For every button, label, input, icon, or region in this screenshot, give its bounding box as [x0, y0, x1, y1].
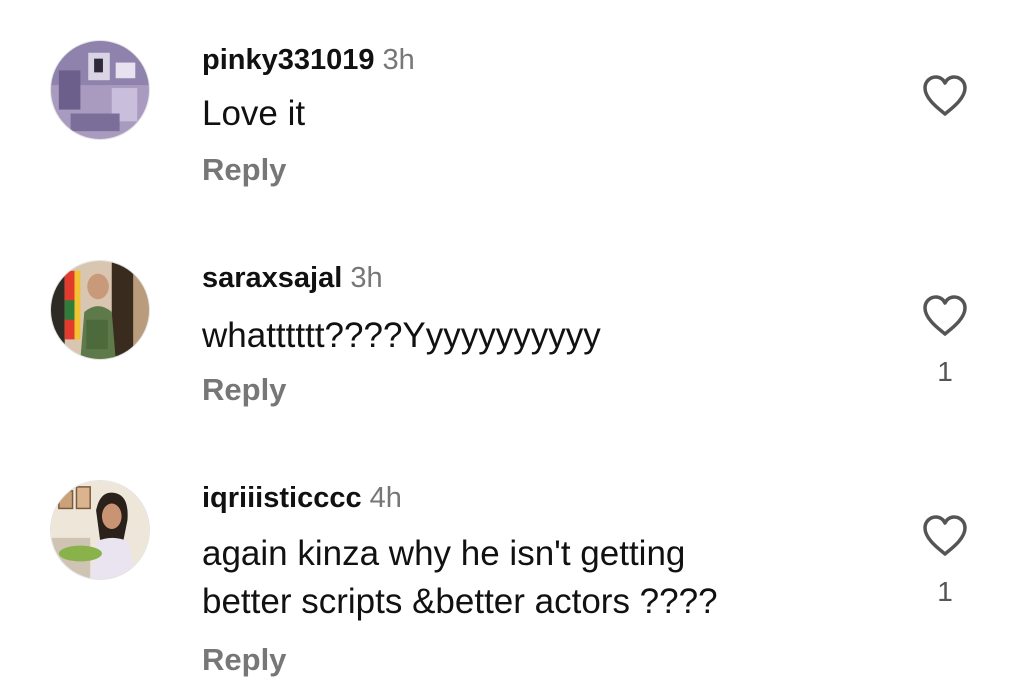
heart-outline-icon: [923, 295, 967, 336]
avatar-image: [51, 41, 149, 139]
reply-button[interactable]: Reply: [202, 644, 286, 675]
avatar[interactable]: [50, 260, 150, 360]
comment-meta: iqriiisticccc 4h: [202, 484, 402, 513]
username[interactable]: pinky331019: [202, 44, 375, 76]
timestamp: 3h: [350, 262, 383, 294]
comment-text-line: again kinza why he isn't getting: [202, 534, 686, 573]
comment-meta: pinky331019 3h: [202, 46, 415, 75]
avatar[interactable]: [50, 480, 150, 580]
comment-text: Love it: [202, 90, 305, 138]
comments-list: pinky331019 3h Love it Reply saraxsajal …: [0, 0, 1024, 688]
comment-text: again kinza why he isn't getting better …: [202, 530, 718, 626]
like-count: 1: [937, 356, 953, 387]
avatar-image: [51, 481, 149, 579]
heart-outline-icon: [923, 515, 967, 556]
like-count: 1: [937, 576, 953, 607]
comment-meta: saraxsajal 3h: [202, 264, 383, 293]
reply-button[interactable]: Reply: [202, 374, 286, 405]
username[interactable]: saraxsajal: [202, 262, 342, 294]
like-button[interactable]: [918, 74, 972, 118]
like-button[interactable]: 1: [918, 294, 972, 386]
comment-text-line: Love it: [202, 94, 306, 133]
avatar[interactable]: [50, 40, 150, 140]
avatar-image: [51, 261, 149, 359]
comment-text-line: better scripts &better actors ????: [202, 582, 718, 621]
timestamp: 4h: [369, 482, 402, 514]
reply-button[interactable]: Reply: [202, 154, 286, 185]
timestamp: 3h: [382, 44, 415, 76]
like-button[interactable]: 1: [918, 514, 972, 606]
comment-text-line: whatttttt????Yyyyyyyyyyy: [202, 316, 601, 355]
comment-text: whatttttt????Yyyyyyyyyyy: [202, 312, 601, 360]
heart-outline-icon: [923, 75, 967, 116]
username[interactable]: iqriiisticccc: [202, 482, 362, 514]
